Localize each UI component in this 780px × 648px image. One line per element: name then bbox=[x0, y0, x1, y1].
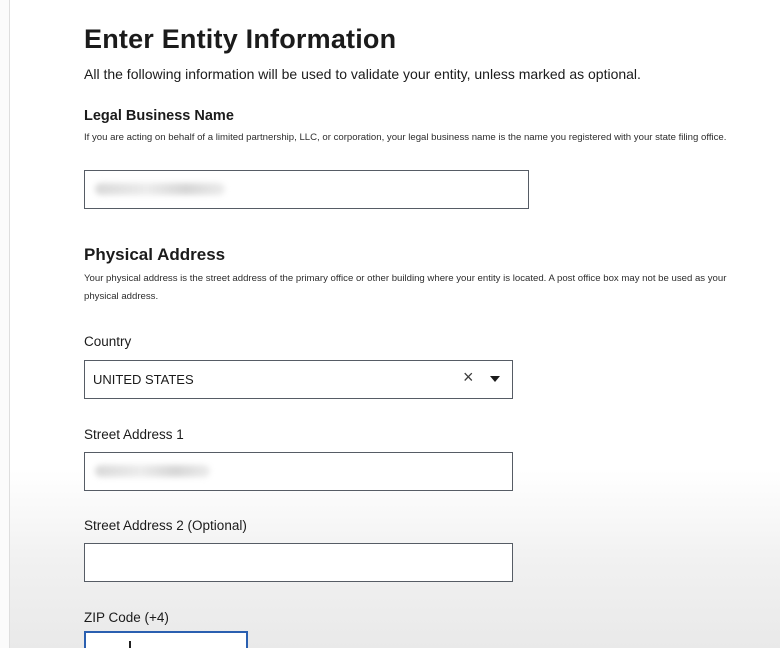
redacted-value bbox=[95, 183, 225, 195]
page-title: Enter Entity Information bbox=[84, 24, 397, 54]
street-address-1-label: Street Address 1 bbox=[84, 427, 184, 442]
street-address-2-label: Street Address 2 (Optional) bbox=[84, 518, 247, 533]
zip-code-input[interactable] bbox=[84, 631, 248, 648]
country-select[interactable]: UNITED STATES × bbox=[84, 360, 513, 399]
legal-business-name-hint: If you are acting on behalf of a limited… bbox=[84, 132, 727, 143]
page-intro: All the following information will be us… bbox=[84, 66, 641, 82]
legal-business-name-input[interactable] bbox=[84, 170, 529, 209]
country-label: Country bbox=[84, 334, 132, 349]
street-address-1-input[interactable] bbox=[84, 452, 513, 491]
chevron-down-icon[interactable] bbox=[489, 371, 501, 389]
zip-code-label: ZIP Code (+4) bbox=[84, 610, 169, 625]
street-address-2-input[interactable] bbox=[84, 543, 513, 582]
text-cursor bbox=[129, 641, 131, 648]
physical-address-hint: Your physical address is the street addr… bbox=[84, 273, 727, 302]
clear-icon[interactable]: × bbox=[463, 367, 474, 388]
left-gutter bbox=[0, 0, 10, 648]
physical-address-heading: Physical Address bbox=[84, 245, 226, 264]
legal-business-name-label: Legal Business Name bbox=[84, 108, 234, 124]
redacted-value bbox=[95, 465, 210, 477]
country-selected-value: UNITED STATES bbox=[93, 372, 194, 387]
